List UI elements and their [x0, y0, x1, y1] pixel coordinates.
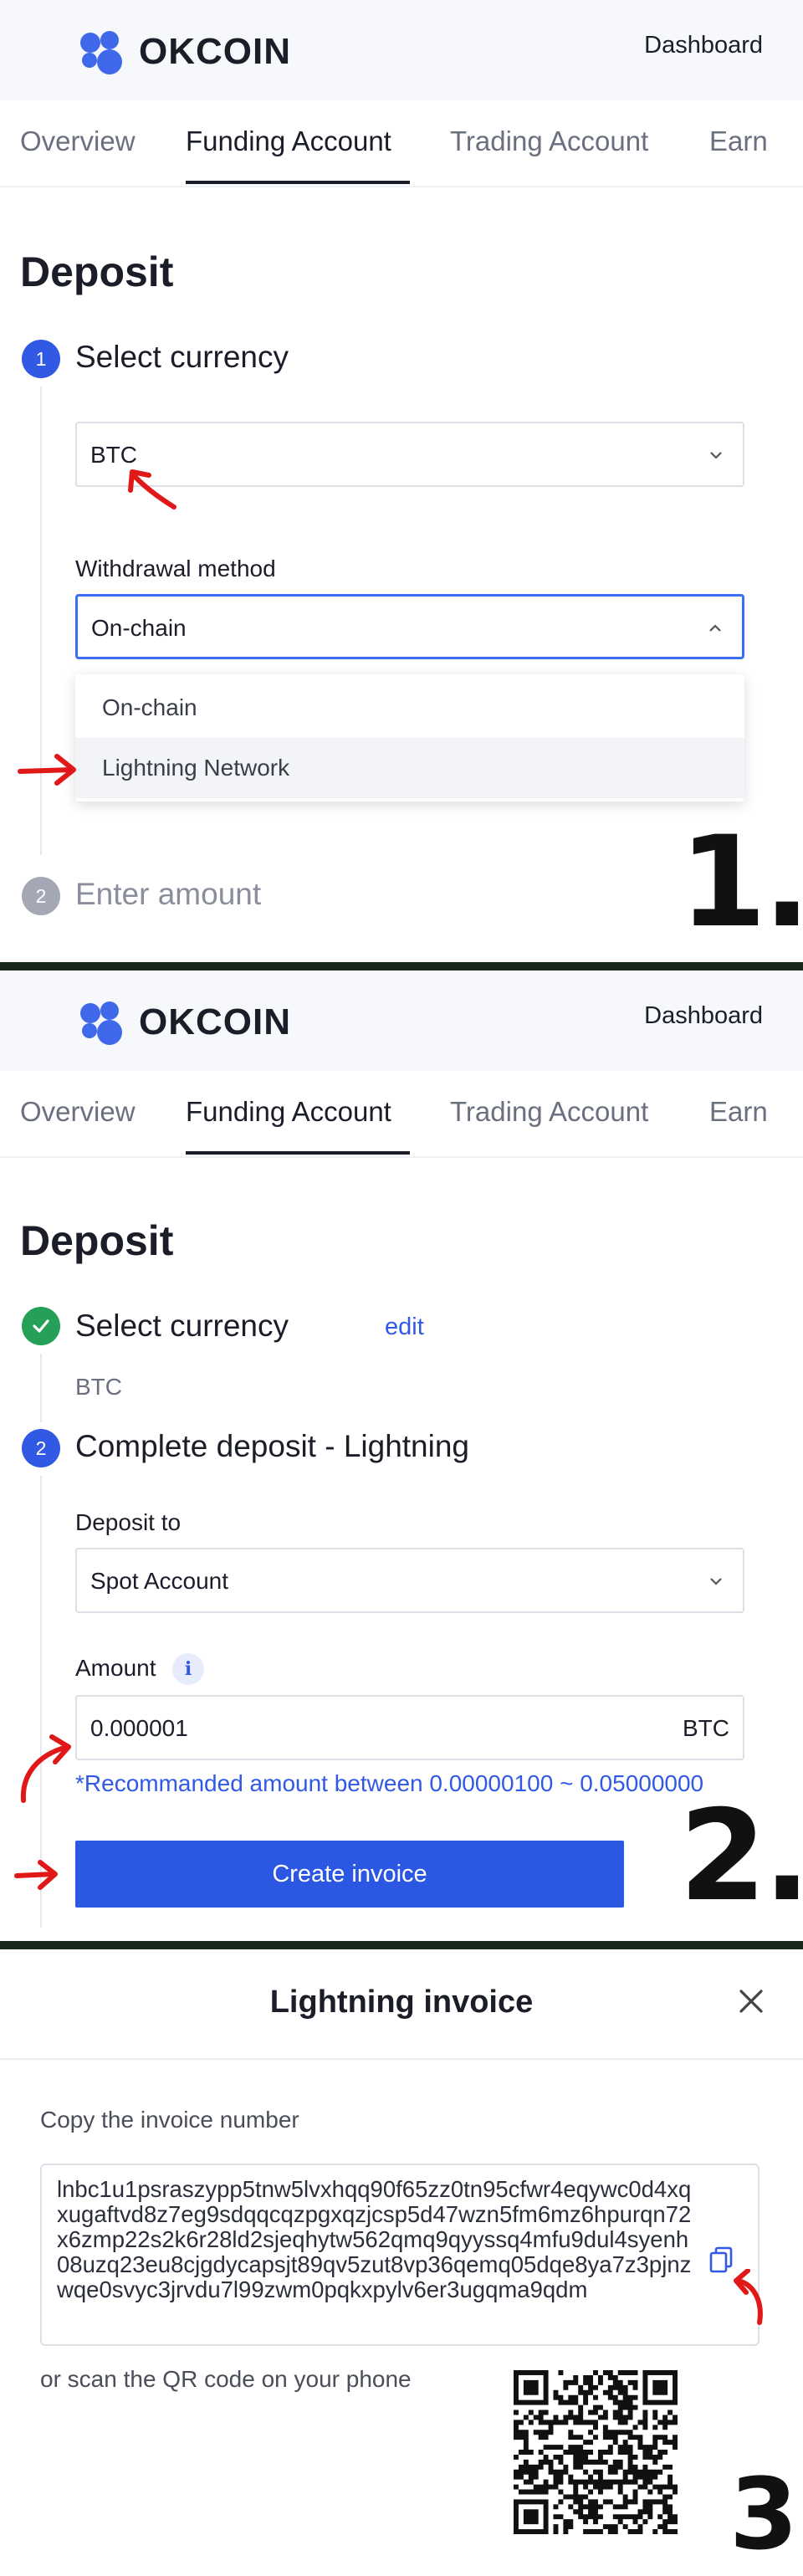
tab-trading-account[interactable]: Trading Account [450, 125, 648, 157]
screenshot-separator [0, 1941, 803, 1949]
invoice-number[interactable]: lnbc1u1psraszypp5tnw5lvxhqq90f65zz0tn95c… [57, 2177, 693, 2302]
check-icon [33, 1319, 49, 1333]
okcoin-logo[interactable]: OKCOIN [80, 27, 291, 77]
red-arrow-annotation-icon [14, 1860, 58, 1890]
active-tab-underline [186, 181, 410, 184]
option-on-chain[interactable]: On-chain [75, 678, 744, 738]
step-1-badge: 1 [22, 340, 60, 378]
modal-divider [0, 2058, 803, 2060]
step-2-title: Complete deposit - Lightning [75, 1429, 470, 1463]
amount-input[interactable]: 0.000001 BTC [75, 1695, 744, 1760]
withdrawal-method-dropdown: On-chain Lightning Network [75, 674, 744, 801]
tab-earn[interactable]: Earn [709, 1096, 768, 1128]
step-1-complete-badge [22, 1307, 60, 1345]
chevron-up-icon [709, 624, 721, 632]
step-marker-3: 3. [729, 2456, 803, 2572]
amount-unit: BTC [683, 1715, 729, 1741]
chevron-down-icon [710, 1578, 722, 1585]
chevron-down-icon [710, 452, 722, 459]
screenshot-step-1: OKCOIN Dashboard Overview Funding Accoun… [0, 0, 803, 962]
qr-finder-pattern [642, 2370, 678, 2405]
tab-trading-account[interactable]: Trading Account [450, 1096, 648, 1128]
qr-finder-pattern [514, 2499, 549, 2534]
active-tab-underline [186, 1151, 410, 1155]
top-header: OKCOIN Dashboard [0, 0, 803, 100]
tab-funding-account[interactable]: Funding Account [186, 125, 391, 157]
account-tabs: Overview Funding Account Trading Account… [0, 1071, 803, 1158]
option-lightning-network[interactable]: Lightning Network [75, 738, 744, 798]
tab-earn[interactable]: Earn [709, 125, 768, 157]
top-header: OKCOIN Dashboard [0, 970, 803, 1071]
info-icon[interactable]: i [172, 1653, 204, 1685]
logo-mark-icon [80, 998, 129, 1047]
page-title: Deposit [20, 1217, 174, 1264]
deposit-to-label: Deposit to [75, 1509, 182, 1535]
step-2-badge: 2 [22, 877, 60, 915]
tab-overview[interactable]: Overview [20, 125, 136, 157]
account-tabs: Overview Funding Account Trading Account… [0, 100, 803, 187]
copy-invoice-label: Copy the invoice number [40, 2107, 299, 2133]
step-2-badge: 2 [22, 1429, 60, 1467]
dashboard-link[interactable]: Dashboard [644, 1002, 763, 1030]
screenshot-step-2: OKCOIN Dashboard Overview Funding Accoun… [0, 970, 803, 1941]
step-1-title: Select currency [75, 340, 289, 374]
edit-currency-link[interactable]: edit [385, 1314, 424, 1341]
red-arrow-annotation-icon [734, 2269, 763, 2325]
create-invoice-button[interactable]: Create invoice [75, 1841, 624, 1908]
logo-text: OKCOIN [139, 1001, 291, 1042]
screenshot-step-3: Lightning invoice Copy the invoice numbe… [0, 1949, 803, 2576]
logo-mark-icon [80, 28, 129, 76]
step-marker-2: 2. [679, 1784, 803, 1929]
tab-overview[interactable]: Overview [20, 1096, 136, 1128]
step-2-title: Enter amount [75, 877, 262, 911]
dashboard-link[interactable]: Dashboard [644, 32, 763, 59]
step-connector-line [40, 1354, 42, 1422]
step-marker-1: 1. [679, 810, 803, 955]
deposit-to-select[interactable]: Spot Account [75, 1548, 744, 1613]
red-arrow-annotation-icon [128, 469, 176, 510]
qr-code-icon [514, 2370, 678, 2534]
logo-text: OKCOIN [139, 31, 291, 72]
qr-finder-pattern [514, 2370, 549, 2405]
invoice-box: lnbc1u1psraszypp5tnw5lvxhqq90f65zz0tn95c… [40, 2164, 760, 2346]
recommended-amount-hint: *Recommanded amount between 0.00000100 ~… [75, 1770, 704, 1796]
withdrawal-method-value: On-chain [91, 615, 187, 641]
modal-title: Lightning invoice [269, 1984, 534, 2020]
page-title: Deposit [20, 248, 174, 295]
red-arrow-annotation-icon [18, 754, 76, 786]
tab-funding-account[interactable]: Funding Account [186, 1096, 391, 1128]
selected-currency-text: BTC [75, 1374, 122, 1400]
screenshot-separator [0, 962, 803, 970]
withdrawal-method-select[interactable]: On-chain [75, 594, 744, 659]
okcoin-logo[interactable]: OKCOIN [80, 997, 291, 1047]
scan-qr-label: or scan the QR code on your phone [40, 2366, 412, 2392]
red-arrow-annotation-icon [20, 1734, 71, 1803]
amount-label: Amount [75, 1655, 156, 1681]
withdrawal-method-label: Withdrawal method [75, 556, 276, 581]
close-icon[interactable] [733, 1983, 770, 2020]
deposit-to-value: Spot Account [90, 1568, 229, 1594]
step-1-title: Select currency [75, 1308, 289, 1343]
amount-value: 0.000001 [90, 1715, 188, 1741]
